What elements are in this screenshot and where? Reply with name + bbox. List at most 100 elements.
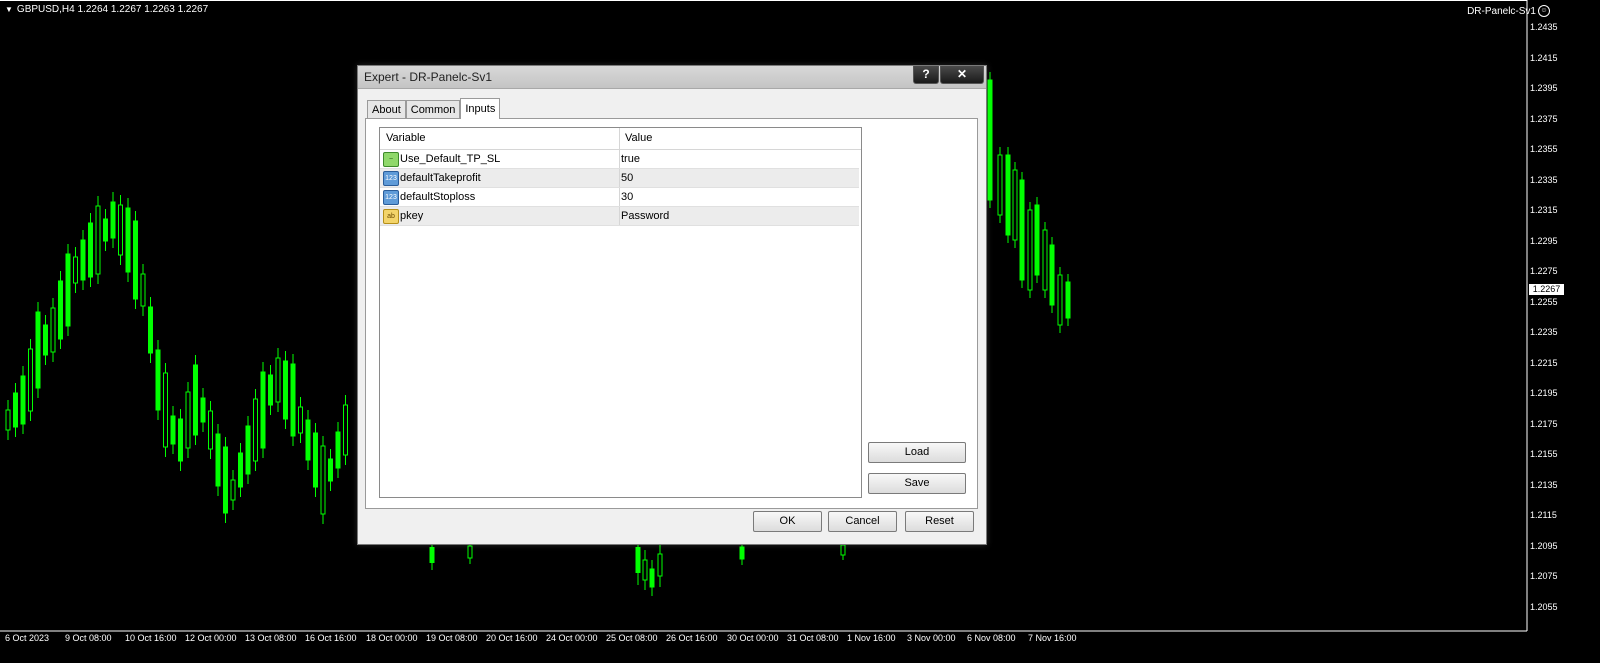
candle-body: [429, 547, 435, 563]
candle-body: [148, 306, 153, 354]
candle-body: [313, 432, 318, 488]
tab-about[interactable]: About: [367, 100, 406, 119]
candle-body: [185, 391, 191, 449]
variable-value[interactable]: Password: [621, 210, 669, 222]
candle-body: [193, 364, 198, 436]
variable-value[interactable]: 50: [621, 172, 633, 184]
candle-body: [170, 415, 176, 445]
candle-body: [260, 371, 266, 449]
candle-body: [155, 349, 161, 411]
price-tick-label: 1.2115: [1530, 510, 1557, 520]
candle-body: [140, 273, 146, 307]
tab-common[interactable]: Common: [405, 100, 461, 119]
candle-body: [1042, 229, 1048, 291]
expert-properties-dialog: Expert - DR-Panelc-Sv1 ? ✕ About Common …: [357, 65, 987, 545]
price-tick-label: 1.2155: [1530, 449, 1558, 459]
candle-body: [223, 446, 228, 514]
price-tick-label: 1.2275: [1530, 266, 1558, 276]
ok-button[interactable]: OK: [753, 511, 822, 532]
table-row[interactable]: ~ Use_Default_TP_SL true: [380, 150, 859, 169]
price-tick-label: 1.2215: [1530, 357, 1558, 368]
candle-body: [178, 418, 183, 462]
dialog-tabs: About Common Inputs: [367, 98, 501, 119]
candle-body: [200, 397, 206, 423]
number-icon: 123: [383, 171, 399, 186]
candle-body: [73, 256, 78, 284]
table-row[interactable]: ab pkey Password: [380, 207, 859, 226]
candle-body: [88, 222, 93, 278]
date-tick-label: 30 Oct 00:00: [727, 633, 779, 643]
candle-body: [245, 425, 251, 475]
column-separator: [619, 188, 620, 206]
tab-inputs[interactable]: Inputs: [460, 98, 501, 119]
price-tick-label: 1.2255: [1530, 296, 1558, 307]
dialog-titlebar[interactable]: Expert - DR-Panelc-Sv1 ? ✕: [358, 66, 986, 89]
price-tick-label: 1.2235: [1530, 327, 1558, 337]
date-tick-label: 12 Oct 00:00: [185, 633, 237, 643]
dialog-title: Expert - DR-Panelc-Sv1: [364, 70, 493, 84]
variable-value[interactable]: true: [621, 153, 640, 165]
dropdown-triangle-icon[interactable]: ▼: [5, 5, 13, 14]
date-tick-label: 6 Oct 2023: [5, 633, 50, 643]
candle-body: [1034, 204, 1040, 276]
cancel-button[interactable]: Cancel: [828, 511, 897, 532]
date-tick-label: 6 Nov 08:00: [967, 633, 1016, 643]
variable-name: Use_Default_TP_SL: [400, 153, 501, 165]
variable-value[interactable]: 30: [621, 191, 633, 203]
symbol-info-text: GBPUSD,H4 1.2264 1.2267 1.2263 1.2267: [16, 4, 209, 15]
table-row[interactable]: 123 defaultStoploss 30: [380, 188, 859, 207]
candle-body: [1057, 274, 1063, 326]
candle-body: [305, 419, 311, 461]
candle-body: [1049, 244, 1055, 306]
candle-body: [133, 220, 138, 300]
table-row[interactable]: 123 defaultTakeprofit 50: [380, 169, 859, 188]
price-tick-label: 1.2095: [1530, 540, 1558, 551]
candle-body: [5, 409, 11, 431]
date-tick-label: 24 Oct 00:00: [546, 633, 598, 643]
column-separator[interactable]: [619, 128, 620, 149]
date-tick-label: 3 Nov 00:00: [907, 633, 956, 643]
price-tick-label: 1.2395: [1530, 83, 1558, 93]
reset-button[interactable]: Reset: [905, 511, 974, 532]
candle-body: [80, 239, 86, 281]
number-icon: 123: [383, 190, 399, 205]
grid-header: Variable Value: [380, 128, 861, 150]
candle-body: [275, 357, 281, 403]
load-button[interactable]: Load: [868, 442, 966, 463]
inputs-grid[interactable]: Variable Value ~ Use_Default_TP_SL true …: [379, 127, 862, 498]
help-button[interactable]: ?: [913, 66, 939, 84]
candle-body: [635, 547, 641, 573]
price-tick-label: 1.2435: [1530, 22, 1558, 32]
variable-name: defaultTakeprofit: [400, 172, 481, 184]
string-icon: ab: [383, 209, 399, 224]
candle-body: [95, 205, 101, 275]
date-tick-label: 1 Nov 16:00: [847, 633, 896, 643]
variable-name: defaultStoploss: [400, 191, 476, 203]
candle-body: [65, 253, 71, 327]
candle-body: [657, 553, 663, 577]
column-header-value[interactable]: Value: [625, 132, 652, 144]
candle-body: [13, 392, 18, 428]
candle-body: [118, 204, 123, 256]
close-button[interactable]: ✕: [940, 66, 984, 84]
candle-body: [230, 479, 236, 501]
date-tick-label: 10 Oct 16:00: [125, 633, 177, 643]
candle-body: [1065, 281, 1071, 319]
candle-body: [163, 372, 168, 448]
save-button[interactable]: Save: [868, 473, 966, 494]
candle-body: [50, 307, 56, 353]
price-tick-label: 1.2295: [1530, 235, 1558, 246]
candle-body: [1019, 179, 1025, 281]
candle-body: [103, 218, 108, 242]
candle-body: [467, 545, 473, 559]
price-tick-label: 1.2335: [1530, 174, 1558, 185]
expert-advisor-label[interactable]: DR-Panelc-Sv1 ☺: [1467, 5, 1550, 17]
price-tick-label: 1.2175: [1530, 418, 1558, 429]
candle-body: [987, 79, 993, 201]
column-header-variable[interactable]: Variable: [386, 132, 426, 144]
date-tick-label: 9 Oct 08:00: [65, 633, 112, 643]
price-tick-label: 1.2375: [1530, 113, 1558, 124]
candle-body: [997, 154, 1003, 216]
candle-body: [43, 324, 48, 356]
date-tick-label: 20 Oct 16:00: [486, 633, 538, 643]
